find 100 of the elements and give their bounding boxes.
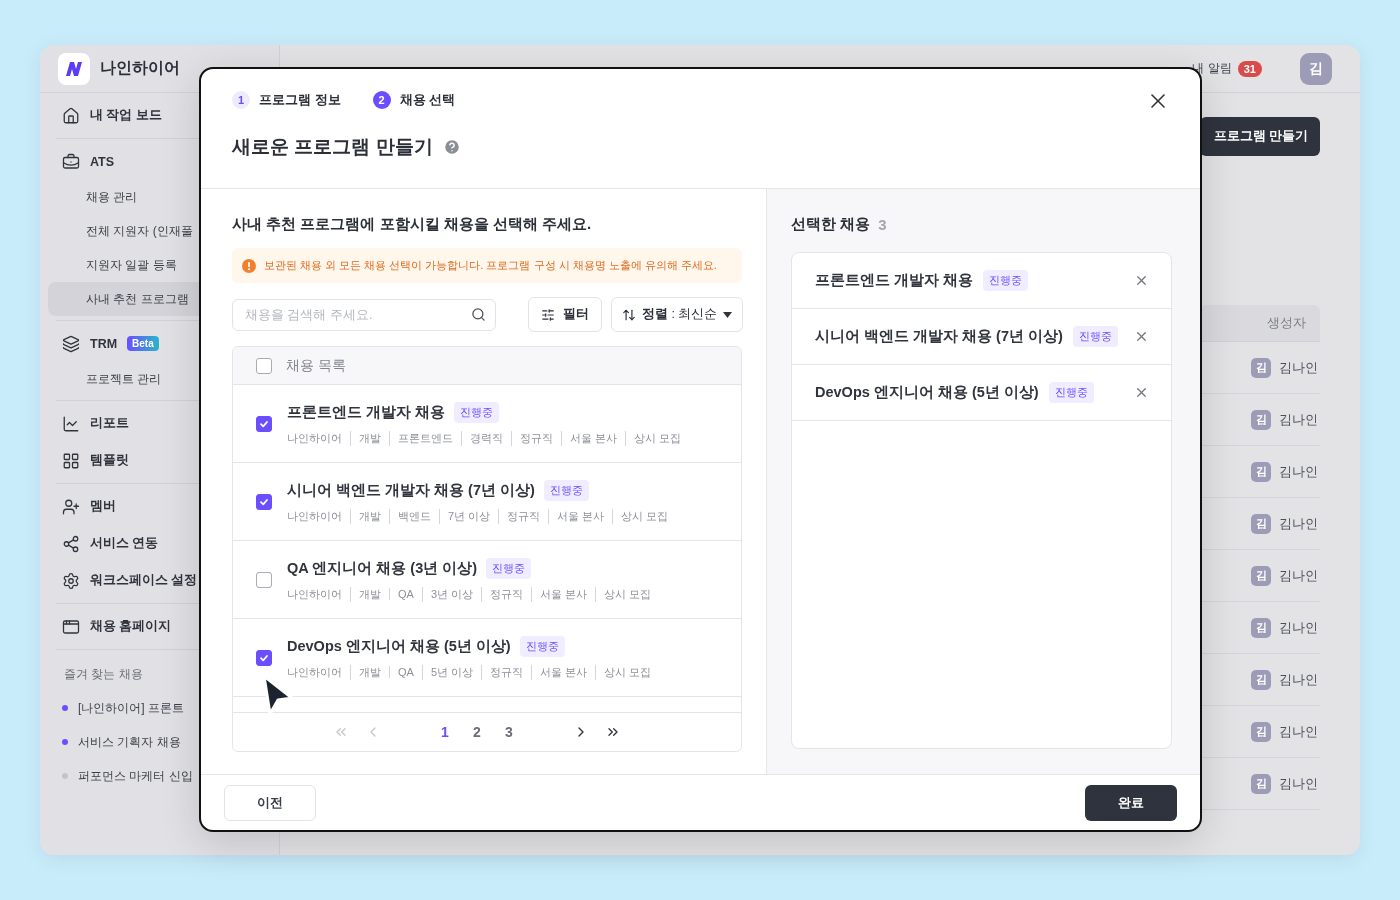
favorite-link[interactable]: 퍼포먼스 마케터 신입 — [78, 767, 193, 785]
job-checkbox[interactable] — [256, 571, 272, 588]
favorite-link[interactable]: 서비스 기획자 채용 — [78, 733, 181, 751]
job-meta: 개발 — [350, 508, 381, 524]
instruction-text: 사내 추천 프로그램에 포함시킬 채용을 선택해 주세요. — [232, 215, 593, 234]
nav-label: TRM — [90, 336, 118, 351]
search-field[interactable]: 채용을 검색해 주세요. — [232, 298, 496, 331]
creator-name: 김나인 — [1279, 410, 1318, 429]
nav-item[interactable]: 서비스 연동 — [56, 525, 263, 562]
page-number[interactable]: 3 — [493, 723, 525, 741]
job-title: QA 엔지니어 채용 (3년 이상) — [287, 558, 478, 578]
share-icon — [62, 534, 80, 553]
column-header: 생성자 — [1200, 305, 1320, 342]
notification-count: 31 — [1237, 60, 1262, 77]
check-icon — [259, 652, 269, 663]
sort-button[interactable]: 정렬 : 최신순 — [611, 297, 744, 332]
creator-name: 김나인 — [1279, 566, 1318, 585]
job-meta: 정규직 — [481, 664, 524, 680]
page-number[interactable]: 2 — [461, 723, 493, 741]
job-meta: 정규직 — [481, 586, 524, 602]
nav-label: 템플릿 — [90, 452, 129, 469]
nav-item[interactable]: 워크스페이스 설정 — [56, 562, 263, 599]
job-meta: 서울 본사 — [531, 586, 588, 602]
job-meta: 서울 본사 — [548, 508, 605, 524]
step-number: 1 — [232, 91, 250, 109]
filter-button[interactable]: 필터 — [528, 297, 602, 332]
creator-avatar: 김 — [1251, 669, 1271, 690]
layers-icon — [62, 334, 80, 353]
job-meta: 개발 — [350, 430, 381, 446]
nav-label: 채용 홈페이지 — [90, 618, 172, 635]
page-number[interactable]: 1 — [429, 723, 461, 741]
favorite-link[interactable]: [나인하이어] 프론트 — [78, 699, 184, 717]
remove-button[interactable] — [1134, 385, 1149, 400]
settings-icon — [62, 571, 80, 590]
window-icon — [62, 617, 80, 636]
brand-name: 나인하이어 — [100, 58, 180, 78]
job-meta: 개발 — [350, 664, 381, 680]
creator-avatar: 김 — [1251, 565, 1271, 586]
job-meta: 서울 본사 — [531, 664, 588, 680]
remove-button[interactable] — [1134, 329, 1149, 344]
creator-name: 김나인 — [1279, 670, 1318, 689]
selected-heading: 선택한 채용 — [791, 215, 871, 234]
nav-label: 내 작업 보드 — [90, 107, 162, 124]
list-header: 채용 목록 — [286, 356, 346, 375]
nav-label: ATS — [90, 154, 115, 169]
caret-icon — [723, 311, 733, 318]
nav-label: 워크스페이스 설정 — [90, 572, 198, 589]
job-meta: 정규직 — [511, 430, 553, 446]
job-title: DevOps 엔지니어 채용 (5년 이상) — [287, 636, 511, 656]
previous-button[interactable]: 이전 — [224, 784, 316, 821]
create-program-button[interactable]: 프로그램 만들기 — [1200, 117, 1320, 156]
job-checkbox[interactable] — [256, 493, 272, 510]
creator-avatar: 김 — [1251, 773, 1271, 794]
briefcase-icon — [62, 152, 80, 171]
nav-label: 서비스 연동 — [90, 535, 159, 552]
job-meta: 상시 모집 — [625, 430, 682, 446]
close-icon — [1134, 329, 1149, 344]
job-meta: 5년 이상 — [421, 664, 474, 680]
job-meta: QA — [389, 588, 414, 600]
creator-avatar: 김 — [1251, 721, 1271, 742]
job-meta: 상시 모집 — [612, 508, 669, 524]
job-meta: 정규직 — [498, 508, 541, 524]
status-tag: 진행중 — [486, 557, 532, 579]
nav-item[interactable]: 템플릿 — [56, 442, 263, 479]
favorites-heading: 즐겨 찾는 채용 — [64, 666, 143, 683]
job-checkbox[interactable] — [256, 415, 272, 432]
selected-job-title: DevOps 엔지니어 채용 (5년 이상) — [815, 383, 1039, 402]
creator-avatar: 김 — [1251, 513, 1271, 534]
job-checkbox[interactable] — [256, 649, 272, 666]
nav-item[interactable]: 멤버 — [56, 488, 263, 525]
job-meta: 서울 본사 — [561, 430, 618, 446]
job-meta: 프론트엔드 — [389, 430, 453, 446]
creator-avatar: 김 — [1251, 617, 1271, 638]
done-button[interactable]: 완료 — [1085, 784, 1177, 821]
selected-count: 3 — [878, 216, 887, 233]
close-icon — [1134, 273, 1149, 288]
creator-avatar: 김 — [1251, 461, 1271, 482]
creator-name: 김나인 — [1279, 774, 1318, 793]
nav-item[interactable]: 채용 홈페이지 — [56, 608, 263, 645]
creator-name: 김나인 — [1279, 722, 1318, 741]
creator-name: 김나인 — [1279, 618, 1318, 637]
job-meta: 7년 이상 — [439, 508, 491, 524]
job-title: 시니어 백엔드 개발자 채용 (7년 이상) — [287, 480, 535, 500]
creator-avatar: 김 — [1251, 357, 1271, 378]
chart-icon — [62, 414, 80, 433]
beta-badge: Beta — [127, 336, 159, 351]
job-meta: 경력직 — [461, 430, 503, 446]
nav-item[interactable]: 리포트 — [56, 405, 263, 442]
remove-button[interactable] — [1134, 273, 1149, 288]
select-all-checkbox[interactable] — [256, 357, 272, 374]
step-label: 채용 선택 — [399, 91, 456, 109]
help-icon[interactable] — [442, 138, 461, 156]
job-meta: 백엔드 — [389, 508, 431, 524]
check-icon — [259, 496, 269, 507]
nav-label: 멤버 — [90, 498, 116, 515]
job-meta: QA — [389, 666, 414, 678]
status-tag: 진행중 — [519, 635, 565, 657]
nav-label: 리포트 — [90, 415, 129, 432]
job-meta: 나인하이어 — [287, 430, 342, 446]
check-icon — [259, 418, 269, 429]
